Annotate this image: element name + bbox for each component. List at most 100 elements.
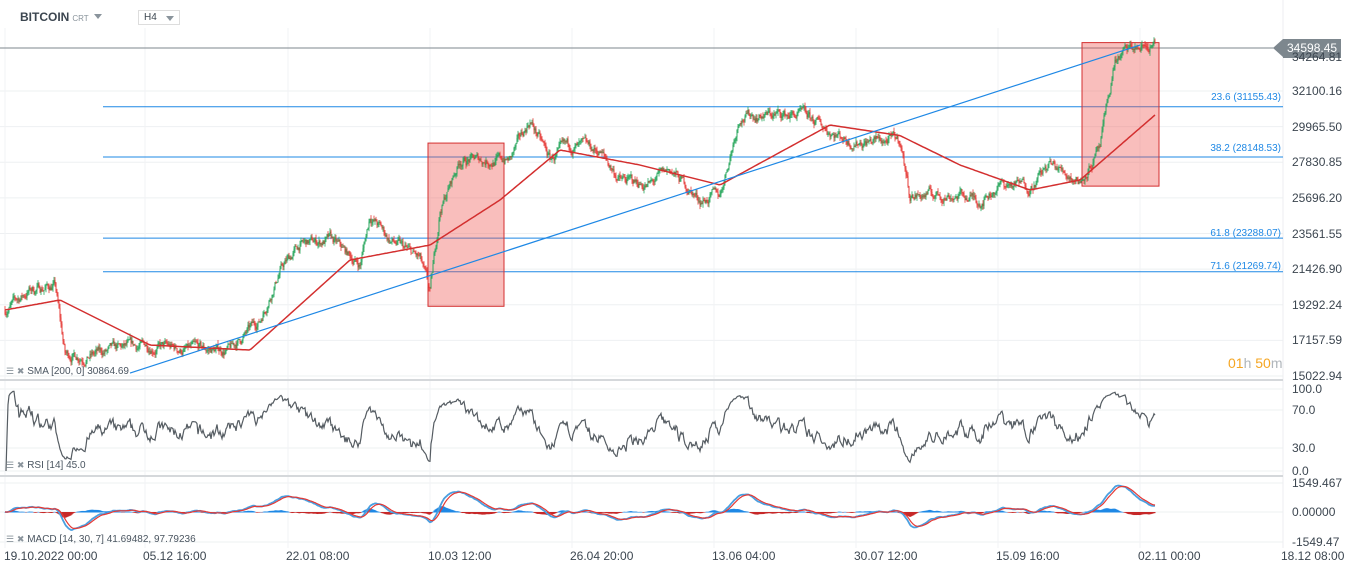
- candle-body: [1022, 178, 1024, 180]
- close-icon[interactable]: ✖: [17, 366, 25, 376]
- candle-body: [786, 115, 788, 117]
- macd-histogram-bar: [801, 511, 803, 513]
- candle-body: [752, 115, 754, 119]
- candle-body: [154, 353, 156, 355]
- candle-body: [139, 342, 141, 347]
- macd-histogram-bar: [127, 511, 129, 513]
- candle-body: [150, 351, 152, 354]
- candle-body: [310, 236, 312, 239]
- macd-histogram-bar: [907, 512, 909, 517]
- macd-histogram-bar: [481, 512, 483, 515]
- macd-histogram-bar: [86, 510, 88, 513]
- candle-body: [360, 261, 362, 266]
- candle-body: [834, 135, 836, 138]
- macd-histogram-bar: [664, 511, 666, 513]
- candle-body: [39, 288, 41, 293]
- macd-histogram-bar: [379, 511, 381, 513]
- macd-histogram-bar: [540, 512, 542, 515]
- macd-histogram-bar: [647, 511, 649, 513]
- menu-icon[interactable]: ☰: [6, 534, 14, 544]
- chart-canvas[interactable]: [0, 0, 1353, 573]
- candle-body: [1089, 166, 1091, 168]
- macd-histogram-bar: [759, 512, 761, 515]
- macd-histogram-bar: [457, 511, 459, 513]
- macd-histogram-bar: [1008, 512, 1010, 513]
- candle-body: [725, 172, 727, 175]
- macd-histogram-bar: [352, 512, 354, 515]
- macd-histogram-bar: [48, 512, 50, 513]
- macd-histogram-bar: [129, 511, 131, 513]
- macd-histogram-bar: [852, 512, 854, 513]
- macd-histogram-bar: [653, 511, 655, 513]
- menu-icon[interactable]: ☰: [6, 460, 14, 470]
- macd-histogram-bar: [608, 512, 610, 514]
- candle-body: [550, 159, 552, 161]
- candle-body: [235, 344, 237, 348]
- candle-body: [467, 159, 469, 161]
- timeframe-select[interactable]: H4: [138, 10, 180, 25]
- macd-histogram-bar: [1109, 508, 1111, 513]
- macd-histogram-bar: [517, 510, 519, 513]
- candle-body: [885, 140, 887, 142]
- candle-body: [458, 163, 460, 166]
- candle-body: [1100, 137, 1102, 147]
- candle-body: [749, 114, 751, 117]
- macd-histogram-bar: [335, 512, 337, 514]
- candle-body: [595, 149, 597, 151]
- macd-histogram-bar: [738, 509, 740, 513]
- candle-body: [591, 149, 593, 151]
- candle-body: [649, 181, 651, 183]
- macd-histogram-bar: [855, 511, 857, 513]
- candle-body: [464, 157, 466, 162]
- macd-histogram-bar: [360, 512, 362, 513]
- candle-body: [679, 178, 681, 182]
- candle-body: [1047, 164, 1049, 169]
- macd-histogram-bar: [620, 512, 622, 513]
- macd-histogram-bar: [23, 511, 25, 513]
- candle-body: [1064, 172, 1066, 176]
- candle-body: [437, 232, 439, 240]
- macd-histogram-bar: [1143, 512, 1145, 515]
- macd-histogram-bar: [1135, 512, 1137, 516]
- candle-body: [1147, 47, 1149, 51]
- menu-icon[interactable]: ☰: [6, 366, 14, 376]
- chevron-down-icon[interactable]: [94, 14, 102, 19]
- candle-body: [615, 176, 617, 180]
- macd-histogram-bar: [14, 510, 16, 513]
- candle-body: [678, 177, 680, 182]
- macd-histogram-bar: [358, 512, 360, 514]
- candle-body: [26, 292, 28, 298]
- candle-body: [937, 191, 939, 195]
- candle-body: [998, 183, 1000, 186]
- macd-histogram-bar: [332, 512, 334, 514]
- close-icon[interactable]: ✖: [17, 460, 25, 470]
- candle-body: [565, 140, 567, 142]
- macd-histogram-bar: [303, 512, 305, 514]
- symbol-selector[interactable]: BITCOIN CRT: [20, 10, 89, 24]
- candle-body: [454, 174, 456, 176]
- candle-body: [919, 194, 921, 198]
- macd-histogram-bar: [1101, 509, 1103, 513]
- candle-body: [452, 176, 454, 179]
- candle-body: [392, 238, 394, 240]
- macd-histogram-bar: [521, 510, 523, 513]
- candle-body: [859, 142, 861, 144]
- candle-body: [438, 220, 440, 233]
- candle-body: [813, 120, 815, 125]
- candle-body: [311, 236, 313, 241]
- candle-body: [810, 117, 812, 119]
- macd-histogram-bar: [853, 512, 855, 513]
- candle-body: [700, 202, 702, 206]
- macd-histogram-bar: [480, 512, 482, 515]
- candle-body: [55, 283, 57, 292]
- candle-body: [333, 239, 335, 243]
- macd-histogram-bar: [103, 511, 105, 513]
- close-icon[interactable]: ✖: [17, 534, 25, 544]
- candle-body: [207, 349, 209, 351]
- macd-histogram-bar: [542, 512, 544, 515]
- candle-body: [1069, 176, 1071, 179]
- candle-body: [164, 341, 166, 344]
- candle-body: [338, 239, 340, 241]
- candle-body: [548, 153, 550, 154]
- macd-histogram-bar: [1024, 512, 1026, 513]
